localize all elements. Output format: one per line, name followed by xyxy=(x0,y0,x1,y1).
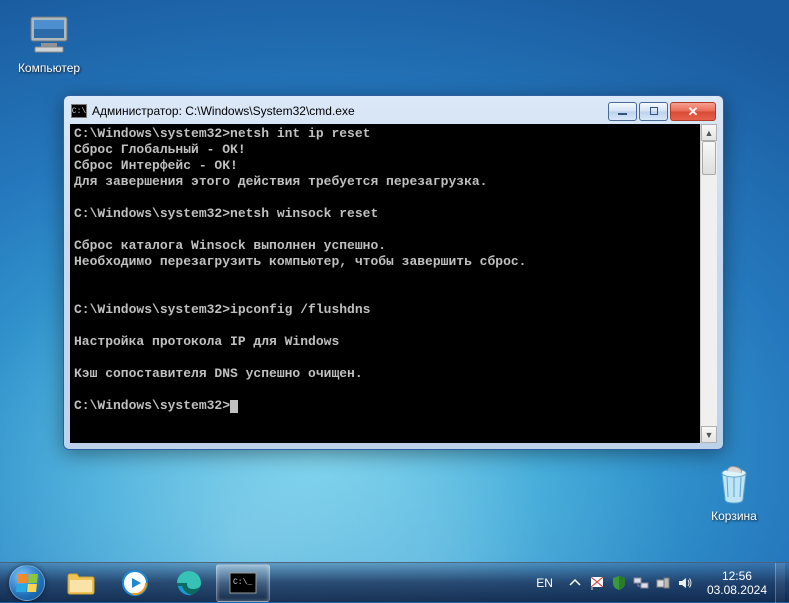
titlebar[interactable]: C:\ Администратор: C:\Windows\System32\c… xyxy=(70,102,717,124)
close-icon: ✕ xyxy=(688,105,699,118)
scroll-down-button[interactable]: ▼ xyxy=(701,426,717,443)
clock-date: 03.08.2024 xyxy=(707,583,767,597)
tray-flag-icon[interactable] xyxy=(589,575,605,591)
tray-icons xyxy=(561,575,699,591)
show-desktop-button[interactable] xyxy=(775,563,785,603)
computer-icon xyxy=(25,11,73,59)
scroll-track[interactable] xyxy=(701,141,717,426)
start-button[interactable] xyxy=(0,563,54,603)
recycle-bin-icon xyxy=(710,459,758,507)
clock[interactable]: 12:56 03.08.2024 xyxy=(699,569,775,597)
scroll-up-button[interactable]: ▲ xyxy=(701,124,717,141)
media-player-icon xyxy=(119,569,151,597)
tray-chevron-icon[interactable] xyxy=(567,575,583,591)
window-title: Администратор: C:\Windows\System32\cmd.e… xyxy=(92,104,603,118)
taskbar-item-cmd[interactable]: C:\_ xyxy=(216,564,270,602)
maximize-button[interactable] xyxy=(639,102,668,121)
taskbar-item-explorer[interactable] xyxy=(54,564,108,602)
svg-text:C:\_: C:\_ xyxy=(233,578,252,587)
tray-devices-icon[interactable] xyxy=(655,575,671,591)
minimize-button[interactable] xyxy=(608,102,637,121)
desktop-icon-label: Корзина xyxy=(696,509,772,523)
taskbar: C:\_ EN 12:56 03.08.2024 xyxy=(0,562,789,602)
windows-logo-icon xyxy=(16,574,38,592)
taskbar-item-edge[interactable] xyxy=(162,564,216,602)
scroll-thumb[interactable] xyxy=(702,141,716,175)
folder-icon xyxy=(65,569,97,597)
taskbar-item-media-player[interactable] xyxy=(108,564,162,602)
desktop-icon-recycle-bin[interactable]: Корзина xyxy=(696,459,772,523)
desktop-icon-computer[interactable]: Компьютер xyxy=(11,11,87,75)
language-indicator[interactable]: EN xyxy=(528,576,561,590)
cmd-window[interactable]: C:\ Администратор: C:\Windows\System32\c… xyxy=(63,95,724,450)
tray-shield-icon[interactable] xyxy=(611,575,627,591)
close-button[interactable]: ✕ xyxy=(670,102,716,121)
start-orb xyxy=(9,565,45,601)
clock-time: 12:56 xyxy=(707,569,767,583)
desktop-icon-label: Компьютер xyxy=(11,61,87,75)
tray-volume-icon[interactable] xyxy=(677,575,693,591)
cmd-icon: C:\ xyxy=(71,104,87,118)
scrollbar[interactable]: ▲ ▼ xyxy=(700,124,717,443)
edge-icon xyxy=(173,569,205,597)
terminal-output[interactable]: C:\Windows\system32>netsh int ip reset С… xyxy=(70,124,700,443)
tray-network-icon[interactable] xyxy=(633,575,649,591)
cmd-taskbar-icon: C:\_ xyxy=(227,569,259,597)
